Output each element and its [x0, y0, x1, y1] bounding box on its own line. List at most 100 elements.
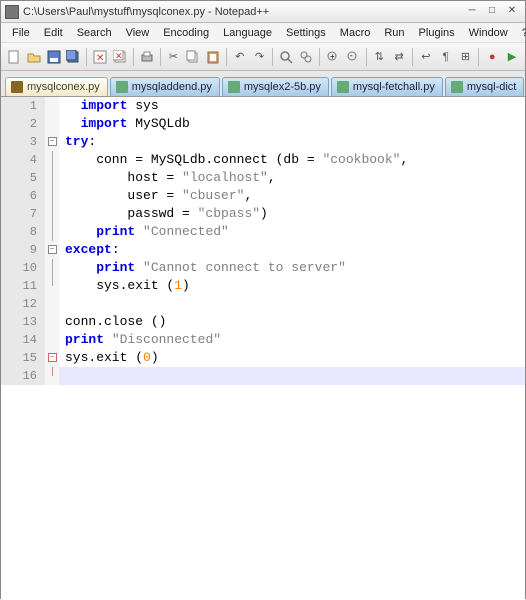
menu-encoding[interactable]: Encoding	[156, 25, 216, 41]
tab-mysqlconex[interactable]: mysqlconex.py	[5, 77, 108, 96]
fold-cell	[45, 277, 59, 295]
toolbar: ✕ ✕ ✂ ↶ ↷ + - ⇅ ⇄ ↩ ¶ ⊞ ● ▶	[1, 43, 525, 71]
line-number: 15	[1, 349, 45, 367]
menu-run[interactable]: Run	[377, 25, 411, 41]
svg-text:✕: ✕	[96, 53, 104, 64]
redo-icon[interactable]: ↷	[251, 47, 269, 67]
toolbar-separator	[366, 48, 367, 66]
sync-hscroll-icon[interactable]: ⇄	[390, 47, 408, 67]
macro-play-icon[interactable]: ▶	[503, 47, 521, 67]
code-line: sys.exit (0)	[59, 349, 525, 367]
fold-cell	[45, 295, 59, 313]
sync-vscroll-icon[interactable]: ⇅	[370, 47, 388, 67]
line-number: 1	[1, 97, 45, 115]
close-button[interactable]: ✕	[503, 5, 521, 19]
copy-icon[interactable]	[184, 47, 202, 67]
fold-minus-icon: −	[48, 137, 57, 146]
code-line: conn.close ()	[59, 313, 525, 331]
menu-search[interactable]: Search	[70, 25, 119, 41]
fold-cell	[45, 205, 59, 223]
toolbar-separator	[478, 48, 479, 66]
macro-record-icon[interactable]: ●	[483, 47, 501, 67]
save-all-icon[interactable]	[64, 47, 82, 67]
menu-settings[interactable]: Settings	[279, 25, 333, 41]
paste-icon[interactable]	[204, 47, 222, 67]
fold-cell	[45, 223, 59, 241]
line-number: 2	[1, 115, 45, 133]
menu-window[interactable]: Window	[462, 25, 515, 41]
minimize-button[interactable]: ─	[463, 5, 481, 19]
toolbar-separator	[412, 48, 413, 66]
code-line: conn = MySQLdb.connect (db = "cookbook",	[59, 151, 525, 169]
code-line: sys.exit (1)	[59, 277, 525, 295]
code-line: print "Cannot connect to server"	[59, 259, 525, 277]
tab-mysql-dict[interactable]: mysql-dict	[445, 77, 525, 96]
close-all-icon[interactable]: ✕	[111, 47, 129, 67]
code-line: print "Disconnected"	[59, 331, 525, 349]
all-chars-icon[interactable]: ¶	[437, 47, 455, 67]
fold-minus-icon: −	[48, 245, 57, 254]
fold-cell	[45, 259, 59, 277]
fold-cell	[45, 169, 59, 187]
tab-mysqladdend[interactable]: mysqladdend.py	[110, 77, 220, 96]
menu-plugins[interactable]: Plugins	[412, 25, 462, 41]
line-number: 14	[1, 331, 45, 349]
menu-view[interactable]: View	[119, 25, 157, 41]
wordwrap-icon[interactable]: ↩	[417, 47, 435, 67]
code-area[interactable]: 1 import sys 2 import MySQLdb 3−try: 4 c…	[1, 97, 525, 600]
fold-cell	[45, 367, 59, 385]
code-line	[59, 367, 525, 385]
fold-cell	[45, 313, 59, 331]
line-number: 8	[1, 223, 45, 241]
menu-help[interactable]: ?	[515, 25, 526, 41]
code-line	[59, 295, 525, 313]
code-line: user = "cbuser",	[59, 187, 525, 205]
fold-cell[interactable]: −	[45, 133, 59, 151]
tab-mysqlex2-5b[interactable]: mysqlex2-5b.py	[222, 77, 329, 96]
zoom-out-icon[interactable]: -	[344, 47, 362, 67]
zoom-in-icon[interactable]: +	[324, 47, 342, 67]
fold-cell	[45, 151, 59, 169]
find-icon[interactable]	[277, 47, 295, 67]
code-line: print "Connected"	[59, 223, 525, 241]
menu-macro[interactable]: Macro	[333, 25, 378, 41]
toolbar-separator	[226, 48, 227, 66]
fold-cell[interactable]: −	[45, 241, 59, 259]
fold-cell	[45, 115, 59, 133]
fold-cell	[45, 187, 59, 205]
toolbar-separator	[86, 48, 87, 66]
file-icon	[228, 81, 240, 93]
file-icon	[337, 81, 349, 93]
undo-icon[interactable]: ↶	[231, 47, 249, 67]
cut-icon[interactable]: ✂	[164, 47, 182, 67]
fold-cell	[45, 331, 59, 349]
toolbar-separator	[319, 48, 320, 66]
fold-cell	[45, 97, 59, 115]
indent-guide-icon[interactable]: ⊞	[457, 47, 475, 67]
line-number: 11	[1, 277, 45, 295]
code-line: host = "localhost",	[59, 169, 525, 187]
file-icon	[11, 81, 23, 93]
line-number: 5	[1, 169, 45, 187]
open-file-icon[interactable]	[25, 47, 43, 67]
save-icon[interactable]	[45, 47, 63, 67]
line-number: 16	[1, 367, 45, 385]
line-number: 4	[1, 151, 45, 169]
tab-mysql-fetchall[interactable]: mysql-fetchall.py	[331, 77, 443, 96]
maximize-button[interactable]: □	[483, 5, 501, 19]
menu-edit[interactable]: Edit	[37, 25, 70, 41]
menu-file[interactable]: File	[5, 25, 37, 41]
file-icon	[116, 81, 128, 93]
print-icon[interactable]	[138, 47, 156, 67]
close-file-icon[interactable]: ✕	[91, 47, 109, 67]
replace-icon[interactable]	[297, 47, 315, 67]
code-line: try:	[59, 133, 525, 151]
fold-cell[interactable]: −	[45, 349, 59, 367]
menu-language[interactable]: Language	[216, 25, 279, 41]
tab-label: mysqlex2-5b.py	[244, 81, 321, 93]
code-line: passwd = "cbpass")	[59, 205, 525, 223]
tab-label: mysql-dict	[467, 81, 517, 93]
new-file-icon[interactable]	[5, 47, 23, 67]
svg-text:✕: ✕	[115, 51, 123, 61]
editor: 1 import sys 2 import MySQLdb 3−try: 4 c…	[1, 97, 525, 600]
